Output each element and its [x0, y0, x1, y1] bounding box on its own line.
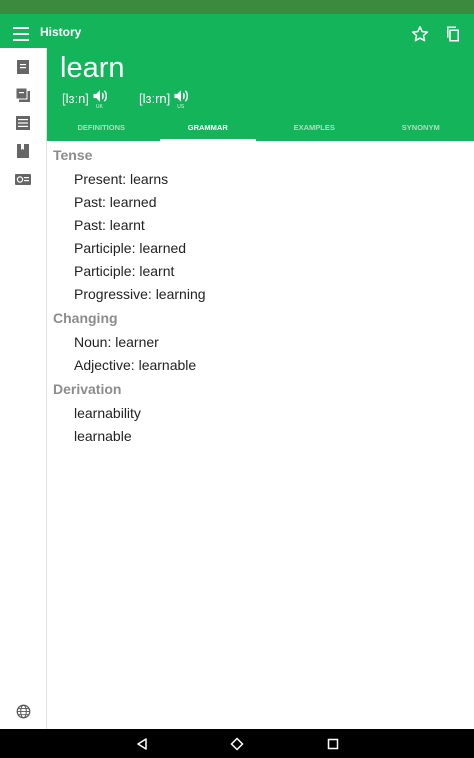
home-icon[interactable] [229, 736, 245, 752]
star-icon[interactable] [409, 23, 431, 45]
list-item: Participle: learnt [74, 263, 175, 279]
book-icon[interactable] [14, 142, 32, 160]
back-icon[interactable] [134, 736, 150, 752]
app-bar: History learn [lɜːn] UK [lɜːrn] US DEFIN… [0, 14, 474, 141]
sidebar [0, 48, 47, 729]
region-us: US [177, 104, 185, 110]
cards-icon[interactable] [14, 86, 32, 104]
tab-examples[interactable]: EXAMPLES [261, 117, 368, 141]
list-item: Noun: learner [74, 334, 159, 350]
list-item: learnability [74, 405, 141, 421]
list-item: Adjective: learnable [74, 357, 197, 373]
pronunciation-uk: [lɜːn] UK [62, 88, 111, 110]
ipa-us: [lɜːrn] [139, 91, 171, 106]
pronunciation-us: [lɜːrn] US [139, 88, 192, 110]
dictionary-icon[interactable] [14, 58, 32, 76]
list-item: Progressive: learning [74, 286, 206, 302]
tab-grammar[interactable]: GRAMMAR [155, 117, 262, 141]
section-title-derivation: Derivation [53, 381, 122, 397]
status-bar [0, 0, 474, 14]
system-nav-bar [0, 729, 474, 758]
list-icon[interactable] [14, 114, 32, 132]
section-title-changing: Changing [53, 310, 118, 326]
menu-icon[interactable] [10, 24, 32, 44]
tab-definitions[interactable]: DEFINITIONS [48, 117, 155, 141]
list-item: learnable [74, 428, 132, 444]
speaker-us-icon[interactable]: US [172, 88, 192, 110]
translate-icon[interactable] [14, 170, 32, 188]
list-item: Participle: learned [74, 240, 187, 256]
list-item: Present: learns [74, 171, 169, 187]
section-title-tense: Tense [53, 147, 93, 163]
ipa-uk: [lɜːn] [62, 91, 89, 106]
grammar-content: Tense Present: learns Past: learned Past… [48, 141, 474, 729]
headword: learn [60, 52, 125, 84]
list-item: Past: learned [74, 194, 157, 210]
copy-icon[interactable] [442, 23, 464, 45]
list-item: Past: learnt [74, 217, 145, 233]
tab-synonym[interactable]: SYNONYM [368, 117, 474, 141]
recents-icon[interactable] [325, 736, 341, 752]
app-title: History [40, 25, 82, 39]
globe-icon[interactable] [14, 702, 32, 720]
region-uk: UK [95, 104, 103, 110]
speaker-uk-icon[interactable]: UK [91, 88, 111, 110]
tab-bar: DEFINITIONS GRAMMAR EXAMPLES SYNONYM [48, 117, 474, 141]
